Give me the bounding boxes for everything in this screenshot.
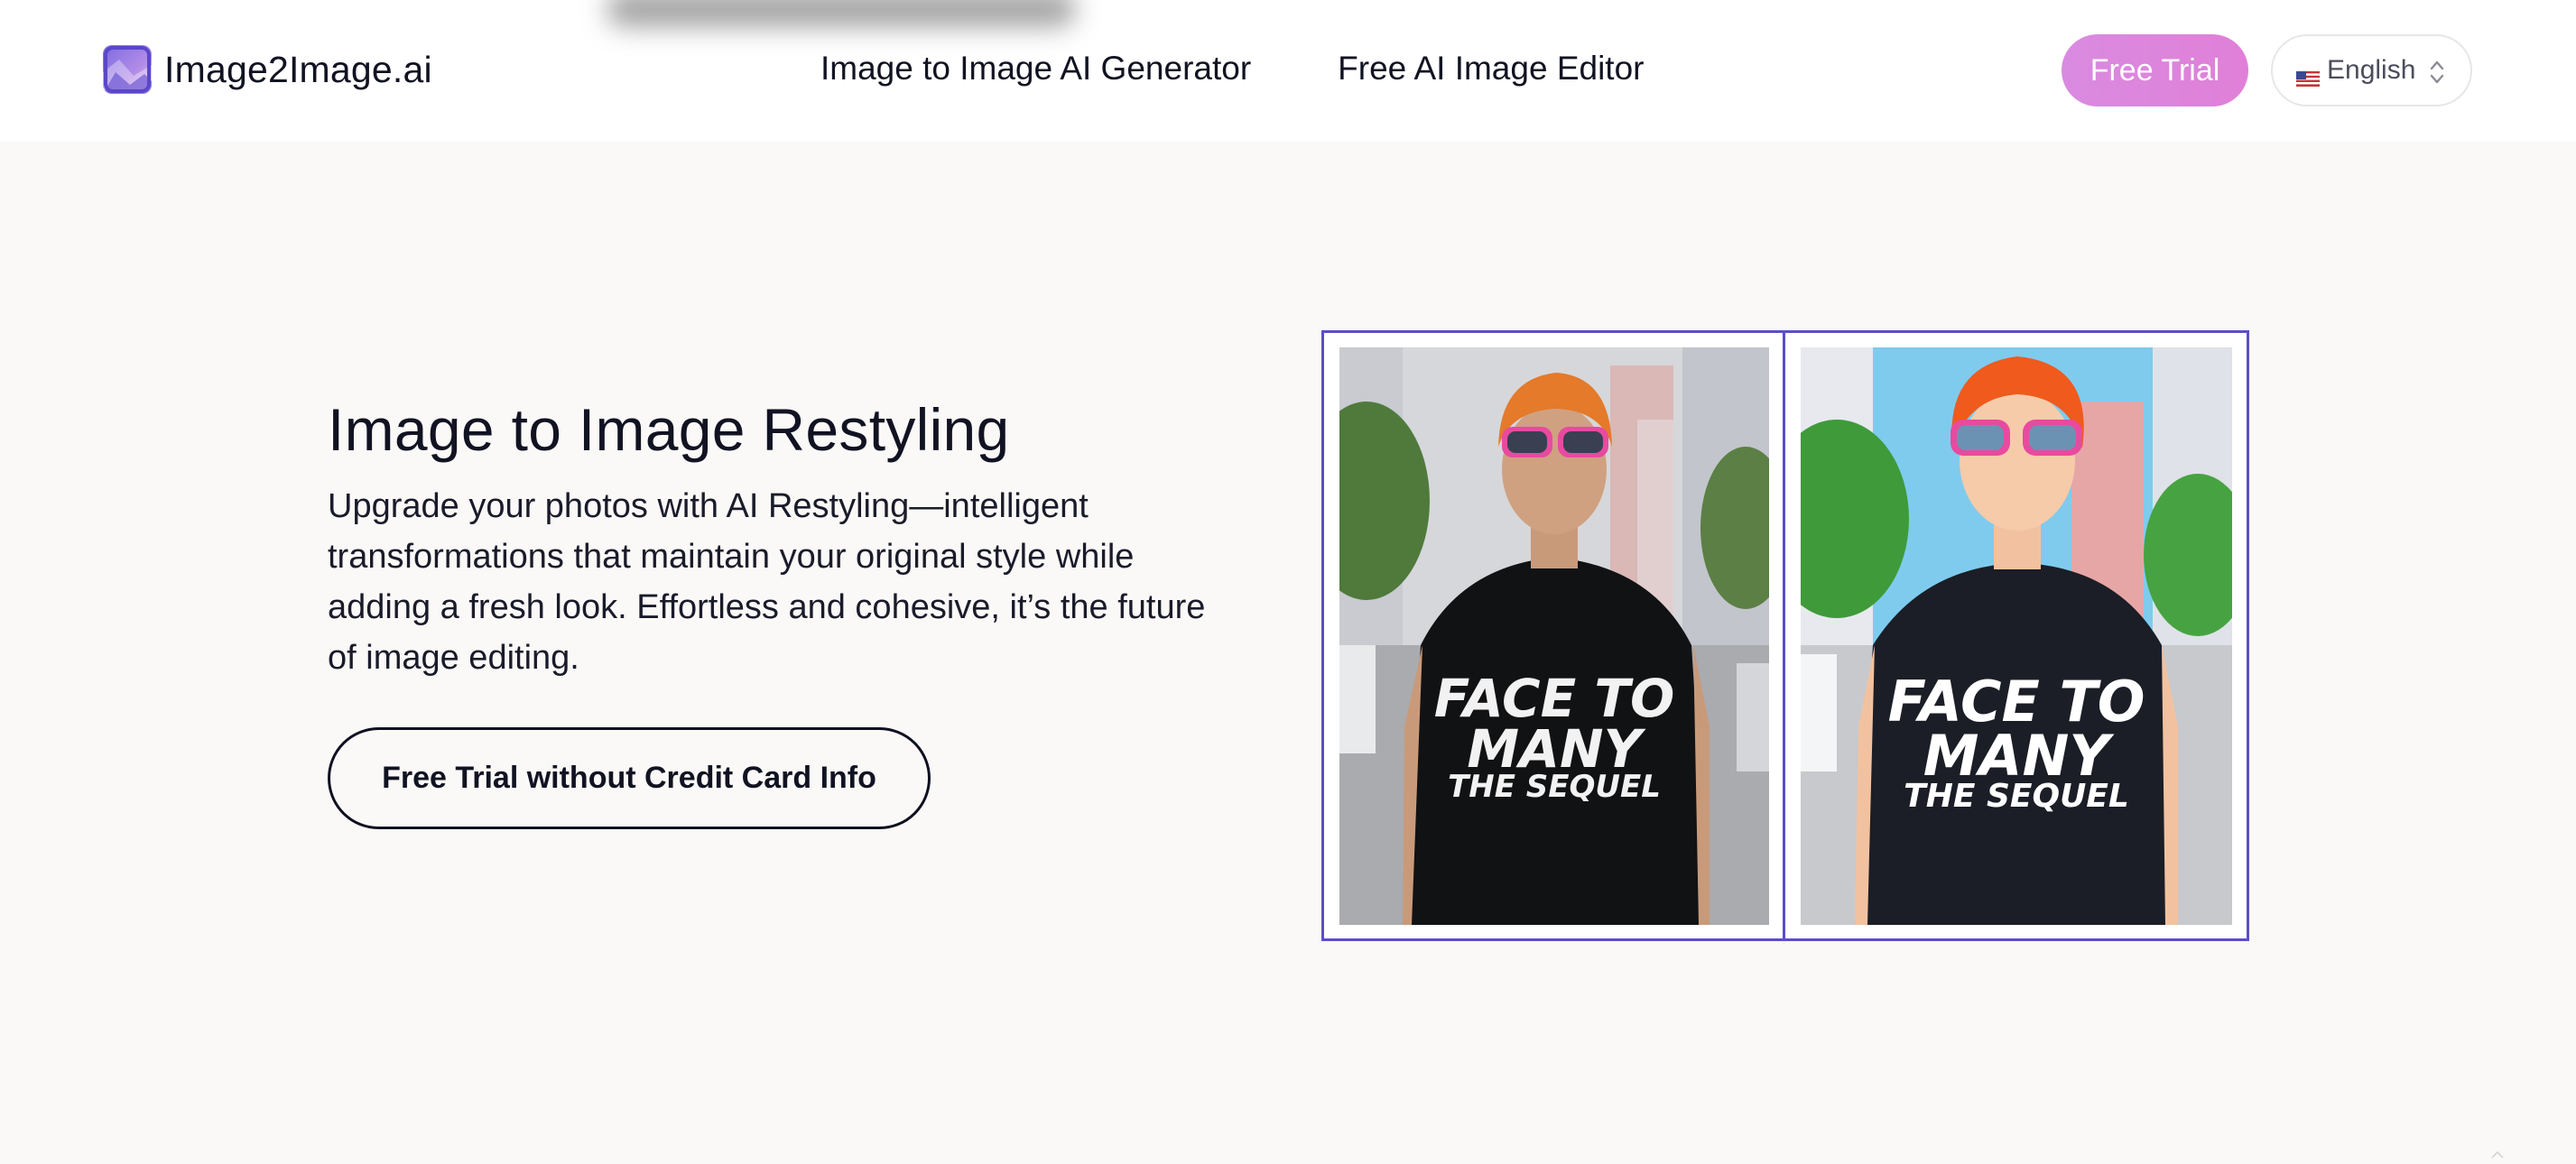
shirt-text-line-3: THE SEQUEL bbox=[1904, 778, 2129, 815]
language-label: English bbox=[2327, 55, 2416, 85]
free-trial-cta-button[interactable]: Free Trial without Credit Card Info bbox=[328, 727, 931, 829]
chevron-up-icon bbox=[2491, 1151, 2504, 1159]
main-nav: Image to Image AI Generator Free AI Imag… bbox=[820, 47, 1644, 90]
floating-shadow bbox=[607, 0, 1076, 27]
comparison-divider[interactable] bbox=[1783, 333, 1785, 938]
nav-free-ai-image-editor[interactable]: Free AI Image Editor bbox=[1338, 47, 1644, 90]
shirt-text-line-1: FACE TO bbox=[1887, 669, 2145, 734]
shirt-text-line-2: MANY bbox=[1467, 718, 1642, 780]
free-trial-button[interactable]: Free Trial bbox=[2062, 34, 2248, 106]
sort-chevrons-icon bbox=[2429, 58, 2445, 87]
shirt-text-line-3: THE SEQUEL bbox=[1448, 769, 1661, 805]
original-photo: FACE TO MANY THE SEQUEL bbox=[1339, 347, 1769, 925]
brand-name: Image2Image.ai bbox=[164, 48, 432, 90]
image-icon bbox=[103, 45, 152, 94]
brand-home-link[interactable]: Image2Image.ai bbox=[103, 45, 432, 94]
shirt-text-line-2: MANY bbox=[1923, 723, 2110, 789]
language-selector[interactable]: English bbox=[2271, 34, 2472, 106]
shirt-text-line-1: FACE TO bbox=[1433, 668, 1675, 729]
hero-description: Upgrade your photos with AI Restyling—in… bbox=[328, 487, 1206, 677]
restyle-comparison: FACE TO MANY THE SEQUEL FACE TO MANY THE… bbox=[1321, 330, 2249, 941]
nav-image-to-image-generator[interactable]: Image to Image AI Generator bbox=[820, 47, 1251, 90]
us-flag-icon bbox=[2296, 63, 2320, 87]
site-header: Image2Image.ai Image to Image AI Generat… bbox=[0, 0, 2576, 142]
restyled-photo: FACE TO MANY THE SEQUEL bbox=[1801, 347, 2232, 925]
hero-title: Image to Image Restyling bbox=[328, 396, 1010, 463]
